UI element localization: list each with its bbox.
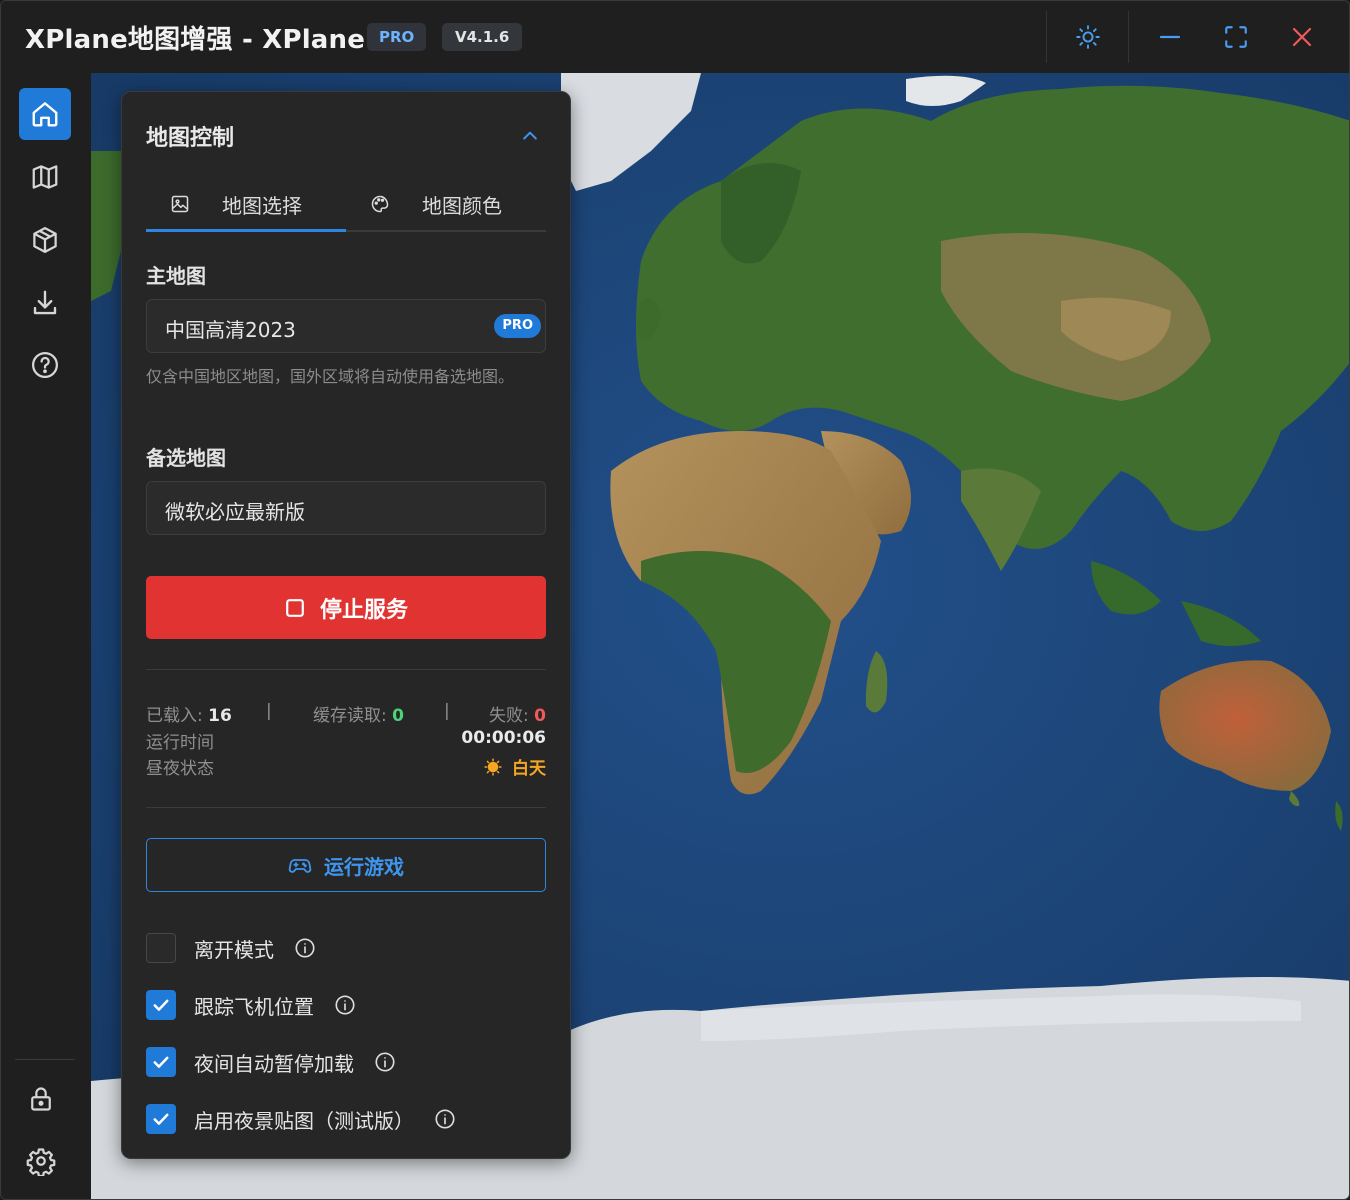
titlebar-divider	[1128, 11, 1129, 63]
sidebar-divider	[15, 1059, 75, 1060]
sidebar-item-download[interactable]	[19, 277, 71, 329]
info-icon[interactable]	[434, 1108, 456, 1130]
help-icon	[32, 352, 58, 378]
option-night-texture: 启用夜景贴图（测试版）	[146, 1103, 456, 1135]
daynight-label: 昼夜状态	[146, 759, 214, 779]
map-icon	[32, 165, 58, 189]
minimize-button[interactable]	[1148, 15, 1192, 59]
chevron-up-icon	[523, 131, 537, 140]
stop-service-button[interactable]: 停止服务	[146, 576, 546, 639]
failed-stat: 失败: 0	[489, 701, 546, 726]
option-label: 跟踪飞机位置	[194, 994, 314, 1019]
info-icon[interactable]	[374, 1051, 396, 1073]
collapse-button[interactable]	[516, 122, 544, 150]
sun-icon	[1076, 25, 1100, 49]
sidebar-item-home[interactable]	[19, 88, 71, 140]
track-aircraft-checkbox[interactable]	[146, 990, 176, 1020]
sidebar-item-lock[interactable]	[15, 1073, 67, 1125]
option-night-pause: 夜间自动暂停加载	[146, 1046, 396, 1078]
backup-map-value: 微软必应最新版	[165, 500, 305, 524]
tab-label: 地图选择	[222, 193, 302, 218]
failed-value: 0	[534, 706, 546, 726]
check-icon	[153, 1113, 169, 1125]
night-texture-checkbox[interactable]	[146, 1104, 176, 1134]
loaded-label: 已载入:	[146, 706, 203, 726]
option-label: 启用夜景贴图（测试版）	[194, 1108, 414, 1133]
cube-icon	[33, 227, 57, 253]
cache-stat: 缓存读取: 0	[313, 701, 404, 726]
close-button[interactable]	[1280, 15, 1324, 59]
tab-map-color[interactable]: 地图颜色	[346, 178, 546, 230]
titlebar-divider	[1046, 11, 1047, 63]
info-icon[interactable]	[294, 937, 316, 959]
map-control-panel: 地图控制 地图选择 地图颜色 主地图 中国高清2023 PRO 仅含中国地区地图…	[121, 91, 571, 1159]
stop-icon	[286, 598, 304, 617]
palette-icon	[371, 195, 389, 213]
tab-map-select[interactable]: 地图选择	[146, 178, 346, 232]
option-label: 离开模式	[194, 937, 274, 962]
check-icon	[153, 999, 169, 1011]
daynight-value: 白天	[512, 759, 546, 779]
backup-map-select[interactable]: 微软必应最新版	[146, 481, 546, 535]
cache-label: 缓存读取:	[313, 706, 387, 726]
main-map-value: 中国高清2023	[165, 318, 296, 342]
sidebar	[1, 73, 92, 1199]
version-badge: V4.1.6	[442, 23, 523, 51]
tab-bar: 地图选择 地图颜色	[146, 178, 546, 232]
download-icon	[33, 290, 57, 315]
divider	[146, 807, 546, 808]
sidebar-item-help[interactable]	[19, 339, 71, 391]
cache-value: 0	[392, 706, 404, 726]
night-pause-checkbox[interactable]	[146, 1047, 176, 1077]
app-window: XPlane地图增强 - XPlane PRO V4.1.6 地图控制 地图选择…	[0, 0, 1350, 1200]
stat-separator: |	[444, 701, 450, 721]
info-icon[interactable]	[334, 994, 356, 1016]
sun-icon	[484, 757, 502, 776]
main-map-select[interactable]: 中国高清2023 PRO	[146, 299, 546, 353]
close-icon	[1292, 27, 1312, 47]
run-game-button[interactable]: 运行游戏	[146, 838, 546, 892]
main-map-label: 主地图	[146, 264, 206, 288]
panel-title: 地图控制	[146, 126, 235, 151]
main-map-hint: 仅含中国地区地图，国外区域将自动使用备选地图。	[146, 367, 515, 386]
loaded-stat: 已载入: 16	[146, 701, 232, 726]
away-mode-checkbox[interactable]	[146, 933, 176, 963]
image-icon	[171, 195, 189, 213]
runtime-label: 运行时间	[146, 733, 214, 753]
option-label: 夜间自动暂停加载	[194, 1051, 354, 1076]
loaded-value: 16	[208, 706, 232, 726]
sidebar-item-settings[interactable]	[15, 1135, 67, 1187]
stat-separator: |	[266, 701, 272, 721]
check-icon	[153, 1056, 169, 1068]
app-title: XPlane地图增强 - XPlane	[25, 25, 366, 55]
option-away-mode: 离开模式	[146, 932, 316, 964]
option-track-aircraft: 跟踪飞机位置	[146, 989, 356, 1021]
daynight-status: 白天	[484, 754, 546, 779]
sidebar-item-models[interactable]	[19, 214, 71, 266]
home-icon	[32, 102, 58, 127]
lock-icon	[31, 1087, 51, 1111]
gear-icon	[26, 1148, 56, 1176]
runtime-value: 00:00:06	[461, 728, 546, 748]
pro-badge: PRO	[367, 23, 427, 51]
maximize-button[interactable]	[1214, 15, 1258, 59]
gamepad-icon	[288, 859, 312, 873]
stop-service-label: 停止服务	[319, 597, 408, 623]
run-game-label: 运行游戏	[324, 854, 404, 879]
theme-toggle-button[interactable]	[1066, 15, 1110, 59]
sidebar-item-map[interactable]	[19, 151, 71, 203]
divider	[146, 669, 546, 670]
failed-label: 失败:	[489, 706, 529, 726]
backup-map-label: 备选地图	[146, 446, 226, 470]
pro-badge: PRO	[494, 314, 541, 338]
title-bar: XPlane地图增强 - XPlane PRO V4.1.6	[1, 1, 1349, 74]
minimize-icon	[1159, 35, 1181, 39]
maximize-icon	[1225, 26, 1247, 48]
tab-label: 地图颜色	[422, 193, 502, 218]
